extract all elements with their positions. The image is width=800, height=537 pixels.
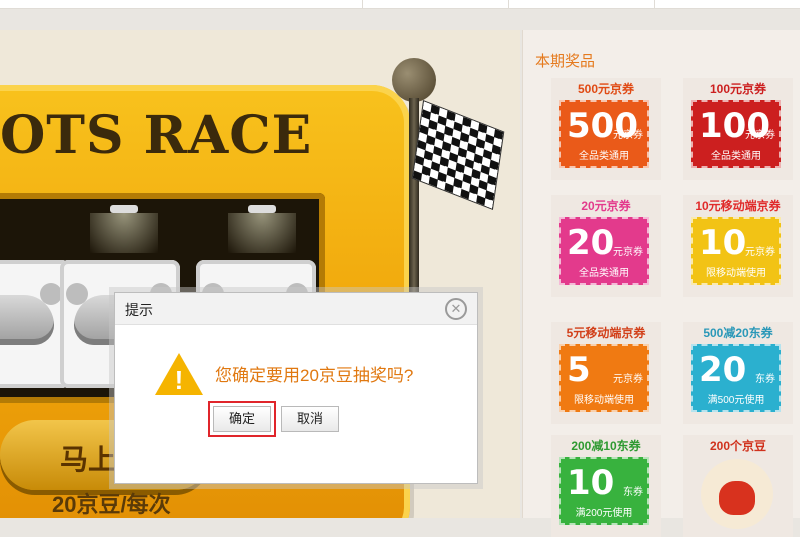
prize-title: 500元京券	[577, 82, 635, 96]
coupon-sub: 满200元使用	[575, 508, 633, 519]
prize-card: 500减20东券 20 东券满500元使用	[683, 322, 793, 424]
coupon-graphic: 10 东券满200元使用	[559, 457, 649, 525]
coupon-sub: 限移动端使用	[574, 395, 634, 406]
coupon-sub: 全品类通用	[579, 268, 629, 279]
coupon-graphic: 20 东券满500元使用	[691, 344, 781, 412]
coupon-unit: 东券	[623, 487, 643, 498]
prize-card: 100元京券 100 元京券 全品类通用	[683, 78, 793, 180]
prize-panel-heading: 本期奖品	[535, 53, 596, 70]
coupon-big: 20	[699, 350, 747, 390]
prize-card: 200减10东券 10 东券满200元使用	[551, 435, 661, 537]
prize-card: 20元京券 20 元京券 全品类通用	[551, 195, 661, 297]
prize-title: 100元京券	[709, 82, 767, 96]
coupon-unit: 东券	[755, 374, 775, 385]
coupon-graphic: 5 元京券限移动端使用	[559, 344, 649, 412]
prize-title: 5元移动端京券	[566, 326, 646, 340]
coupon-unit: 元京券	[613, 130, 643, 141]
coupon-big: 10	[567, 463, 615, 503]
prize-card: 200个京豆	[683, 435, 793, 537]
confirm-dialog: 提示 ✕ ! 您确定要用20京豆抽奖吗? 确定 取消	[114, 292, 478, 484]
coupon-unit: 元京券	[745, 130, 775, 141]
warning-mark: !	[174, 365, 184, 395]
confirm-button[interactable]: 确定	[213, 406, 271, 432]
coupon-sub: 限移动端使用	[706, 268, 766, 279]
lever-pole	[409, 98, 419, 298]
coupon-graphic: 100 元京券 全品类通用	[691, 100, 781, 168]
prize-title: 20元京券	[581, 199, 631, 213]
lever-knob[interactable]	[392, 58, 436, 102]
top-nav-tab[interactable]	[654, 0, 800, 8]
coupon-big: 10	[699, 223, 747, 263]
coupon-big: 20	[567, 223, 615, 263]
coupon-unit: 元京券	[613, 374, 643, 385]
start-draw-label: 马上	[60, 444, 117, 475]
cost-label: 20京豆/每次	[52, 492, 171, 517]
lamp-icon	[228, 205, 296, 253]
prize-card: 10元移动端京券 10 元京券限移动端使用	[683, 195, 793, 297]
prize-card: 5元移动端京券 5 元京券限移动端使用	[551, 322, 661, 424]
top-nav-tab[interactable]	[362, 0, 509, 8]
coupon-graphic: 20 元京券全品类通用	[559, 217, 649, 285]
dialog-title: 提示	[125, 302, 153, 318]
bean-icon	[0, 283, 62, 345]
prize-panel: 本期奖品 500元京券 500 元京券 全品类通用 100元京券 100 元京券 全品类通用 2…	[522, 30, 800, 537]
machine-title: OTS RACE	[0, 105, 313, 166]
bean-bag-icon	[701, 459, 773, 529]
top-nav-tab[interactable]	[508, 0, 655, 8]
coupon-graphic: 10 元京券限移动端使用	[691, 217, 781, 285]
prize-title: 200个京豆	[709, 439, 767, 453]
coupon-big: 5	[567, 350, 591, 390]
coupon-sub: 满500元使用	[707, 395, 765, 406]
dialog-header: 提示 ✕	[115, 293, 477, 325]
top-nav-strip	[0, 0, 800, 9]
close-icon[interactable]: ✕	[445, 298, 467, 320]
prize-card: 500元京券 500 元京券 全品类通用	[551, 78, 661, 180]
prize-title: 500减20东券	[703, 326, 773, 340]
dialog-message: 您确定要用20京豆抽奖吗?	[215, 366, 414, 385]
lamp-icon	[90, 205, 158, 253]
coupon-sub: 全品类通用	[579, 151, 629, 162]
cancel-button[interactable]: 取消	[281, 406, 339, 432]
coupon-unit: 元京券	[613, 247, 643, 258]
coupon-sub: 全品类通用	[711, 151, 761, 162]
coupon-graphic: 500 元京券 全品类通用	[559, 100, 649, 168]
prize-title: 200减10东券	[571, 439, 641, 453]
prize-title: 10元移动端京券	[695, 199, 781, 213]
coupon-unit: 元京券	[745, 247, 775, 258]
